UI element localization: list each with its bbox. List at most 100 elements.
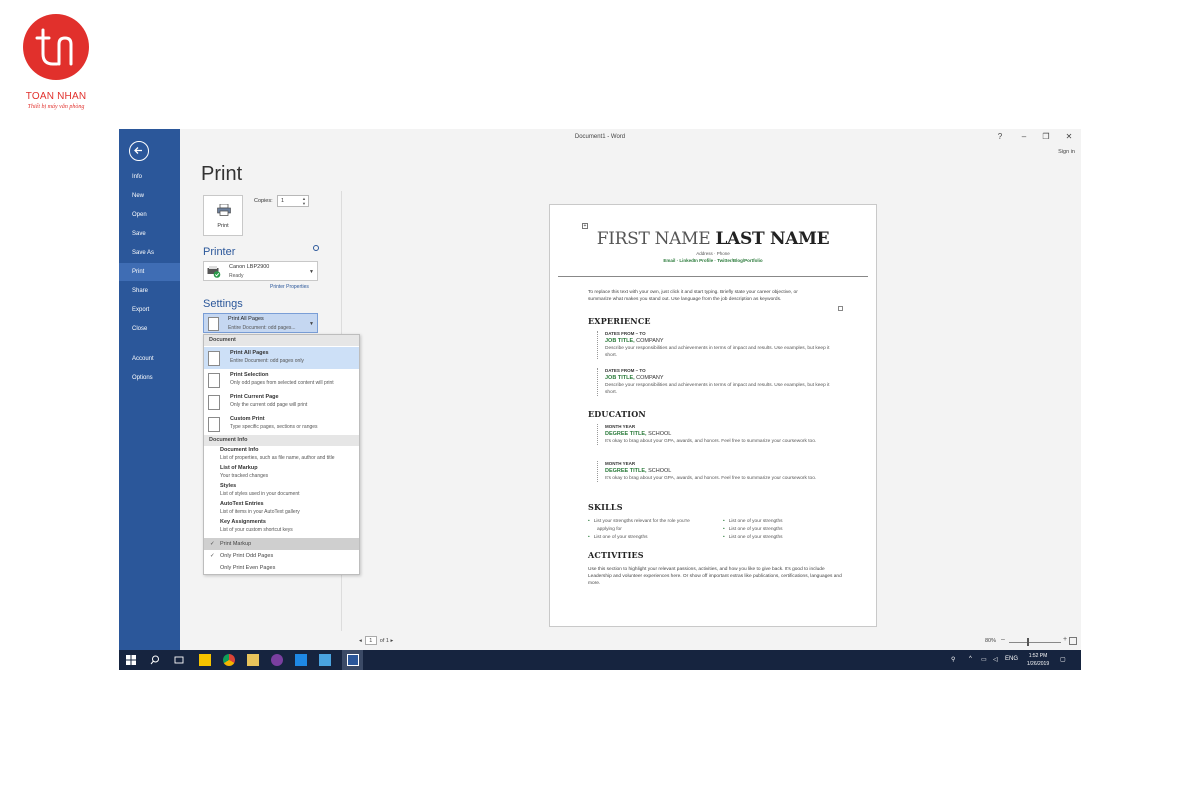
trello-icon[interactable] bbox=[295, 654, 307, 666]
printer-properties-link[interactable]: Printer Properties bbox=[270, 284, 309, 290]
restore-button[interactable]: ❐ bbox=[1039, 132, 1053, 141]
tray-chevron-icon[interactable]: ^ bbox=[969, 656, 972, 662]
toan-nhan-logo: TOAN NHAN Thiết bị máy văn phòng bbox=[16, 14, 96, 114]
copies-value: 1 bbox=[281, 198, 285, 204]
page-count: of 1 bbox=[379, 638, 389, 644]
option-document-info[interactable]: Document Info List of properties, such a… bbox=[220, 447, 359, 465]
next-page-icon[interactable]: ▸ bbox=[390, 638, 393, 644]
option-sub: Entire Document: odd pages only bbox=[230, 358, 304, 364]
people-icon[interactable]: ⚲ bbox=[951, 656, 955, 663]
option-print-current-page[interactable]: Print Current Page Only the current odd … bbox=[204, 391, 359, 413]
option-title: Document Info bbox=[220, 447, 259, 453]
entry-org: SCHOOL bbox=[646, 431, 672, 437]
pages-icon bbox=[208, 317, 219, 331]
skills-left: • List your strengths relevant for the ro… bbox=[588, 518, 713, 542]
experience-heading: EXPERIENCE bbox=[588, 316, 651, 326]
zoom-level[interactable]: 80% bbox=[985, 638, 996, 644]
option-title: Print All Pages bbox=[230, 350, 269, 356]
all-pages-icon bbox=[208, 351, 220, 366]
entry-role: JOB TITLE, bbox=[605, 375, 635, 381]
zoom-slider-thumb[interactable] bbox=[1027, 638, 1029, 646]
copies-spinner-icon[interactable]: ▲ ▼ bbox=[302, 196, 306, 206]
settings-heading: Settings bbox=[203, 298, 243, 310]
task-view-icon[interactable] bbox=[173, 654, 185, 666]
printer-name: Canon LBP2900 bbox=[229, 264, 270, 270]
nav-export[interactable]: Export bbox=[119, 301, 180, 319]
option-print-all-pages[interactable]: Print All Pages Entire Document: odd pag… bbox=[204, 347, 359, 369]
nav-close[interactable]: Close bbox=[119, 320, 180, 338]
file-explorer-icon[interactable] bbox=[247, 654, 259, 666]
print-preview-page: + FIRST NAME LAST NAME Address · Phone E… bbox=[549, 204, 877, 627]
back-arrow-icon[interactable] bbox=[129, 141, 149, 161]
search-icon[interactable] bbox=[149, 654, 161, 666]
skill-item-cont: applying for bbox=[597, 527, 622, 532]
zoom-slider[interactable] bbox=[1009, 642, 1061, 643]
prev-page-icon[interactable]: ◂ bbox=[359, 638, 362, 644]
entry-role: DEGREE TITLE, bbox=[605, 468, 647, 474]
option-print-markup[interactable]: ✓ Print Markup bbox=[204, 538, 359, 550]
option-key-assignments[interactable]: Key Assignments List of your custom shor… bbox=[220, 519, 359, 537]
option-styles[interactable]: Styles List of styles used in your docum… bbox=[220, 483, 359, 501]
option-custom-print[interactable]: Custom Print Type specific pages, sectio… bbox=[204, 413, 359, 435]
nav-options[interactable]: Options bbox=[119, 369, 180, 387]
entry-title: JOB TITLE, COMPANY bbox=[605, 337, 840, 345]
option-autotext-entries[interactable]: AutoText Entries List of items in your A… bbox=[220, 501, 359, 519]
option-sub: Only odd pages from selected content wil… bbox=[230, 380, 334, 386]
option-only-print-even-pages[interactable]: Only Print Even Pages bbox=[204, 562, 359, 574]
skill-item: • List one of your strengths bbox=[723, 518, 833, 526]
app-icon[interactable] bbox=[271, 654, 283, 666]
entry-rule bbox=[597, 461, 598, 482]
network-icon[interactable]: ▭ bbox=[981, 656, 987, 663]
taskbar-clock[interactable]: 1:52 PM 1/26/2019 bbox=[1022, 652, 1054, 668]
nav-save-as[interactable]: Save As bbox=[119, 244, 180, 262]
option-list-of-markup[interactable]: List of Markup Your tracked changes bbox=[220, 465, 359, 483]
custom-print-icon bbox=[208, 417, 220, 432]
clock-time: 1:52 PM bbox=[1028, 653, 1048, 659]
entry-role: DEGREE TITLE, bbox=[605, 431, 647, 437]
print-range-select[interactable]: Print All Pages Entire Document: odd pag… bbox=[203, 313, 318, 333]
help-button[interactable]: ? bbox=[993, 132, 1007, 141]
page-number-input[interactable]: 1 bbox=[364, 636, 377, 645]
app-window-icon[interactable] bbox=[319, 654, 331, 666]
logo-mark bbox=[23, 14, 89, 80]
skill-text: List your strengths relevant for the rol… bbox=[593, 519, 690, 524]
volume-icon[interactable]: ◁ bbox=[993, 656, 998, 663]
skill-text: List one of your strengths bbox=[728, 535, 783, 540]
zoom-out-icon[interactable]: – bbox=[1001, 636, 1005, 643]
info-icon[interactable] bbox=[313, 245, 319, 251]
nav-share[interactable]: Share bbox=[119, 282, 180, 300]
language-indicator[interactable]: ENG bbox=[1005, 656, 1018, 662]
nav-print[interactable]: Print bbox=[119, 263, 180, 281]
current-page-icon bbox=[208, 395, 220, 410]
option-print-selection[interactable]: Print Selection Only odd pages from sele… bbox=[204, 369, 359, 391]
entry-desc: Describe your responsibilities and achie… bbox=[605, 383, 830, 395]
dropdown-group-document: Document bbox=[204, 335, 359, 346]
close-button[interactable]: ✕ bbox=[1062, 132, 1076, 141]
entry-title: JOB TITLE, COMPANY bbox=[605, 374, 840, 382]
nav-save[interactable]: Save bbox=[119, 225, 180, 243]
skill-item: • List your strengths relevant for the ro… bbox=[588, 518, 713, 526]
printer-select[interactable]: Canon LBP2900 Ready ▼ bbox=[203, 261, 318, 281]
copies-input[interactable]: 1 ▲ ▼ bbox=[277, 195, 309, 207]
print-button[interactable]: Print bbox=[203, 195, 243, 236]
page-navigator: ◂ 1 of 1 ▸ bbox=[359, 636, 393, 645]
option-only-print-odd-pages[interactable]: ✓ Only Print Odd Pages bbox=[204, 550, 359, 562]
nav-account[interactable]: Account bbox=[119, 350, 180, 368]
entry-title: DEGREE TITLE, SCHOOL bbox=[605, 430, 840, 438]
resume-objective: To replace this text with your own, just… bbox=[588, 290, 798, 302]
chrome-icon[interactable] bbox=[223, 654, 235, 666]
minimize-button[interactable]: – bbox=[1017, 132, 1031, 141]
windows-start-icon[interactable] bbox=[125, 654, 137, 666]
page-title: Print bbox=[201, 163, 243, 185]
notification-icon[interactable]: ▢ bbox=[1060, 656, 1066, 663]
sign-in-link[interactable]: Sign in bbox=[1058, 149, 1075, 155]
zoom-to-page-icon[interactable] bbox=[1069, 637, 1077, 645]
education-entry: MONTH YEAR DEGREE TITLE, SCHOOL It's oka… bbox=[597, 461, 840, 482]
nav-new[interactable]: New bbox=[119, 187, 180, 205]
nav-open[interactable]: Open bbox=[119, 206, 180, 224]
sticky-notes-icon[interactable] bbox=[199, 654, 211, 666]
last-name: LAST NAME bbox=[715, 229, 830, 249]
word-taskbar-button[interactable] bbox=[342, 650, 363, 670]
zoom-in-icon[interactable]: + bbox=[1063, 636, 1067, 643]
nav-info[interactable]: Info bbox=[119, 168, 180, 186]
